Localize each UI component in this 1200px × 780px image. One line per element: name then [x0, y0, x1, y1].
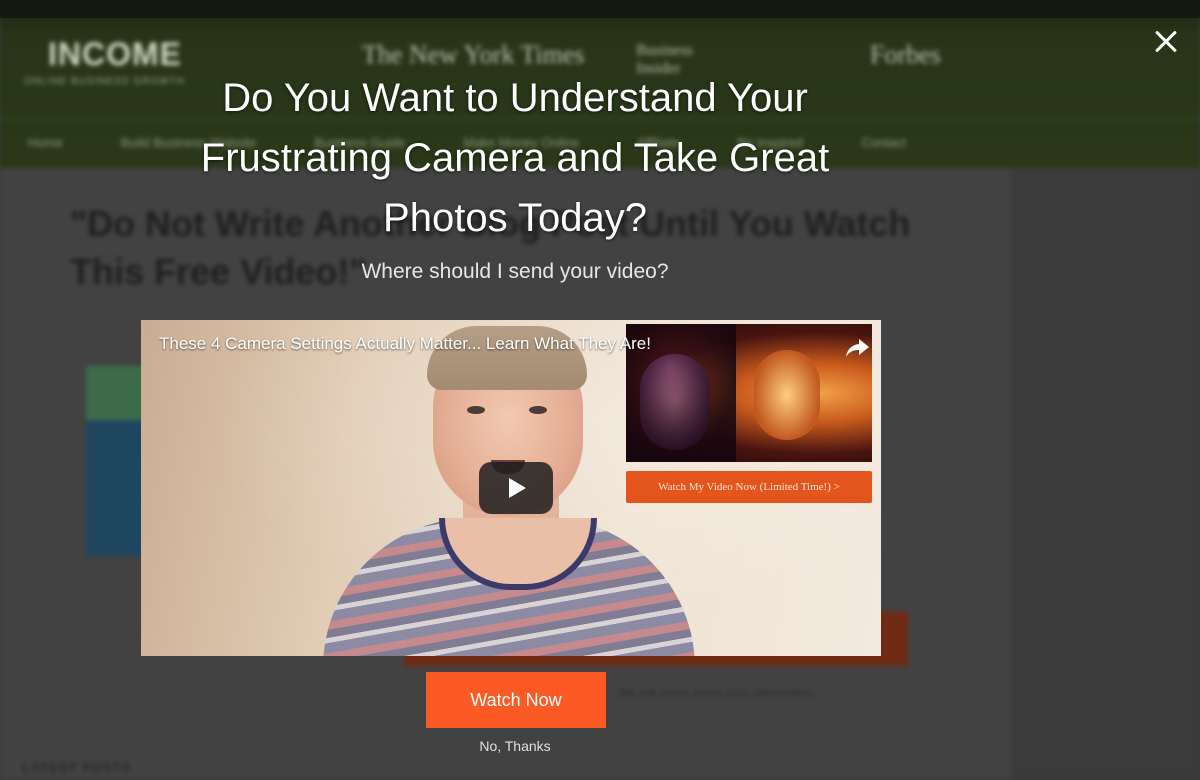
nav-item: Home	[28, 135, 63, 150]
thumbnail-face	[754, 350, 820, 440]
play-icon[interactable]	[479, 462, 553, 514]
close-icon[interactable]	[1148, 24, 1184, 60]
watch-now-button[interactable]: Watch Now	[426, 672, 606, 728]
modal-subheadline: Where should I send your video?	[361, 260, 669, 283]
presenter-eye	[467, 406, 485, 414]
video-title[interactable]: These 4 Camera Settings Actually Matter.…	[159, 334, 651, 354]
video-player[interactable]: Watch My Video Now (Limited Time!) > The…	[141, 320, 881, 656]
press-logo: The New York Times	[362, 40, 585, 69]
sidebar	[1010, 168, 1200, 780]
top-strip	[0, 0, 1200, 18]
ebook-cover-top	[86, 366, 148, 420]
end-screen-thumbnail[interactable]	[626, 324, 872, 462]
optin-note: We will never share your information.	[618, 686, 816, 700]
share-icon[interactable]	[843, 336, 871, 360]
latest-posts-heading: LATEST POSTS	[22, 760, 132, 775]
thumbnail-cta-button[interactable]: Watch My Video Now (Limited Time!) >	[626, 471, 872, 503]
presenter-eye	[529, 406, 547, 414]
press-logo: Forbes	[870, 40, 941, 69]
modal-headline: Do You Want to Understand Your Frustrati…	[200, 76, 830, 240]
no-thanks-link[interactable]: No, Thanks	[440, 738, 590, 754]
